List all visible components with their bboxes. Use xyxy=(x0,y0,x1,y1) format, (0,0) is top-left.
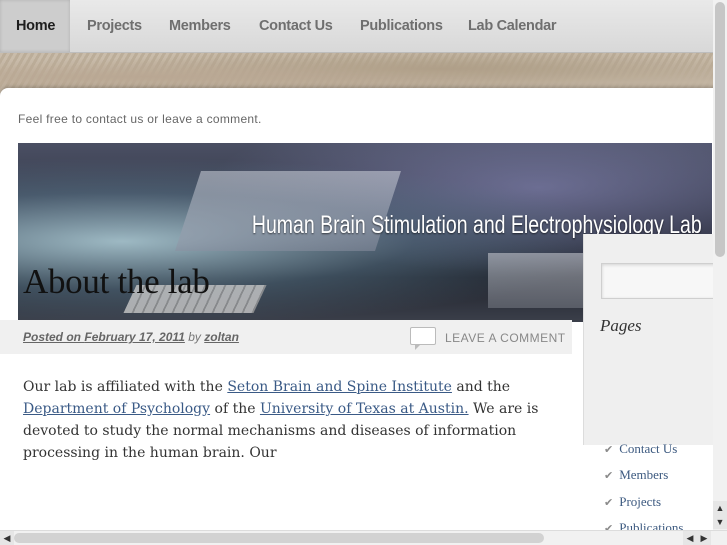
nav-item-publications[interactable]: Publications xyxy=(360,0,443,52)
double-chevron-icon: ✔ xyxy=(604,497,614,509)
arrow-right-icon[interactable]: ▶ xyxy=(697,531,711,545)
sidebar-link-contact-us[interactable]: ✔ Contact Us xyxy=(604,441,677,457)
ut-austin-link[interactable]: University of Texas at Austin. xyxy=(260,401,469,417)
nav-item-members[interactable]: Members xyxy=(169,0,231,52)
search-input[interactable] xyxy=(601,263,721,299)
header-background-decoration xyxy=(0,53,727,93)
vertical-scrollbar[interactable]: ▲ ▼ xyxy=(713,0,727,531)
sidebar: Pages ✔ Contact Us ✔ Members ✔ Projects ✔ Pu… xyxy=(583,234,727,535)
post-body: Our lab is affiliated with the Seton Bra… xyxy=(23,376,553,464)
body-text-segment: Our lab is affiliated with the xyxy=(23,379,228,395)
posted-on-link[interactable]: Posted on February 17, 2011 xyxy=(23,330,185,344)
horizontal-scroll-thumb[interactable] xyxy=(14,533,544,543)
arrow-up-icon[interactable]: ▲ xyxy=(713,501,727,515)
by-label: by xyxy=(188,330,201,344)
author-link[interactable]: zoltan xyxy=(204,330,239,344)
top-navigation: Home Projects Members Contact Us Publica… xyxy=(0,0,727,53)
sidebar-link-members[interactable]: ✔ Members xyxy=(604,467,668,483)
arrow-left-icon[interactable]: ◀ xyxy=(0,531,14,545)
speech-bubble-icon[interactable] xyxy=(410,327,436,350)
seton-institute-link[interactable]: Seton Brain and Spine Institute xyxy=(227,379,452,395)
post-title: About the lab xyxy=(23,262,210,301)
nav-item-home[interactable]: Home xyxy=(0,0,71,52)
arrow-left-icon[interactable]: ◀ xyxy=(683,531,697,545)
body-text-segment: and the xyxy=(451,379,511,395)
sidebar-link-label: Contact Us xyxy=(619,441,678,456)
post-meta-bar: Posted on February 17, 2011 by zoltan LE… xyxy=(0,320,572,354)
double-chevron-icon: ✔ xyxy=(604,444,614,456)
vertical-scroll-thumb[interactable] xyxy=(715,2,725,257)
pages-heading: Pages xyxy=(600,316,642,335)
horizontal-scrollbar[interactable]: ◀ ◀ ▶ xyxy=(0,530,727,545)
nav-item-contact-us[interactable]: Contact Us xyxy=(259,0,333,52)
double-chevron-icon: ✔ xyxy=(604,470,614,482)
sidebar-link-label: Members xyxy=(619,467,669,482)
sidebar-link-label: Projects xyxy=(619,494,662,509)
site-tagline: Feel free to contact us or leave a comme… xyxy=(18,112,262,126)
nav-item-projects[interactable]: Projects xyxy=(87,0,142,52)
post-meta: Posted on February 17, 2011 by zoltan xyxy=(23,330,239,344)
department-of-psychology-link[interactable]: Department of Psychology xyxy=(23,401,210,417)
body-text-segment: of the xyxy=(210,401,260,417)
nav-item-lab-calendar[interactable]: Lab Calendar xyxy=(468,0,557,52)
arrow-down-icon[interactable]: ▼ xyxy=(713,515,727,529)
leave-comment-link[interactable]: LEAVE A COMMENT xyxy=(445,331,566,345)
sidebar-link-projects[interactable]: ✔ Projects xyxy=(604,494,661,510)
